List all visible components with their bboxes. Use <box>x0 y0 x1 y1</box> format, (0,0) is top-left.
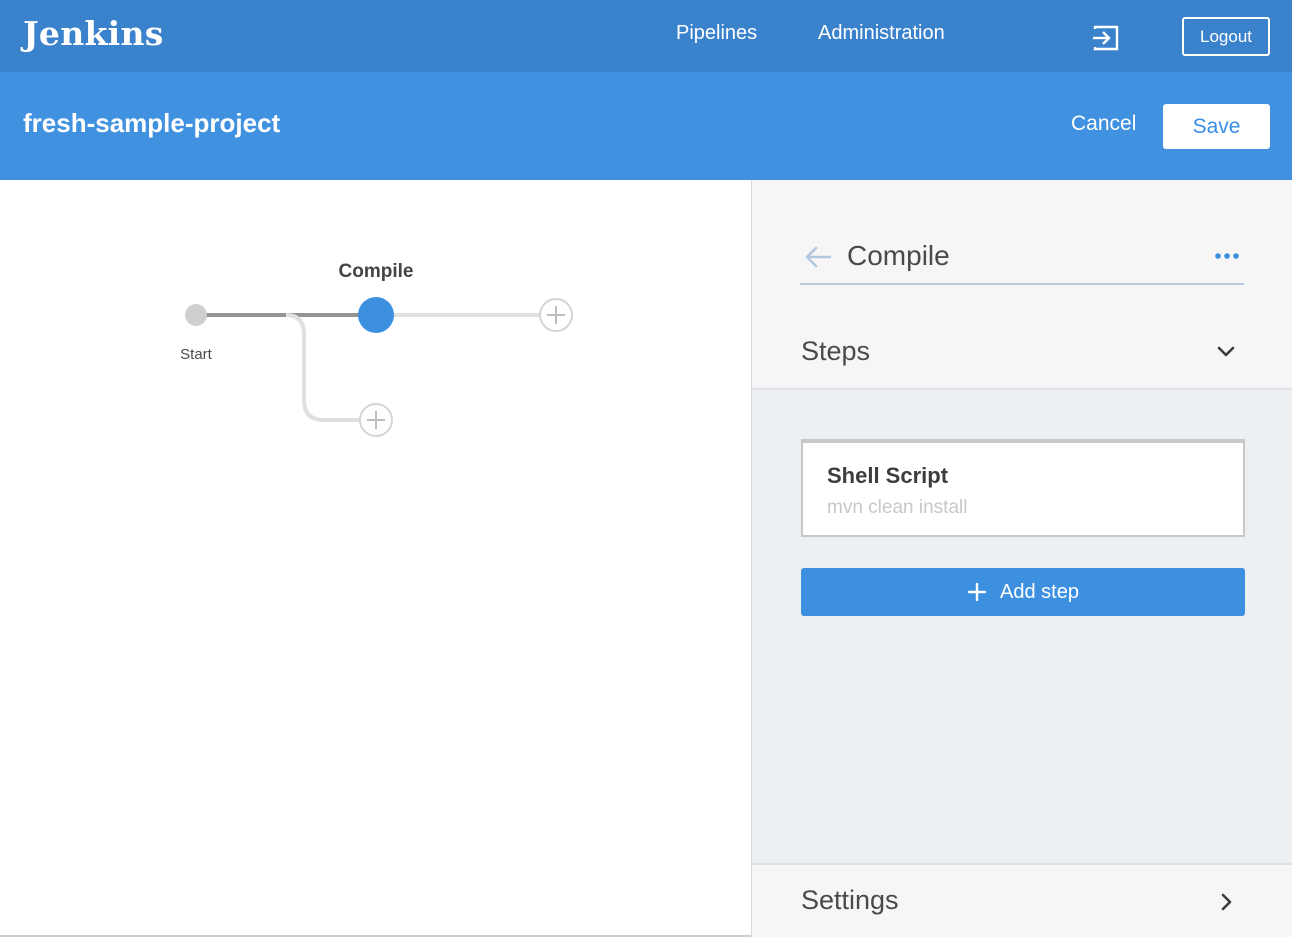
jenkins-logo[interactable]: Jenkins <box>23 14 164 53</box>
add-step-label: Add step <box>1000 580 1079 603</box>
connector-branch <box>285 313 376 422</box>
settings-section-toggle[interactable]: Settings <box>752 863 1292 937</box>
save-button[interactable]: Save <box>1163 104 1270 149</box>
project-title: fresh-sample-project <box>23 108 281 138</box>
start-node <box>185 304 207 326</box>
steps-heading: Steps <box>801 336 871 366</box>
settings-heading: Settings <box>801 885 899 915</box>
chevron-down-icon <box>1217 346 1235 357</box>
start-label: Start <box>180 346 213 363</box>
nav-pipelines-link[interactable]: Pipelines <box>676 22 757 45</box>
pipeline-graph: Compile Start <box>180 261 573 437</box>
pipeline-canvas: Compile Start <box>0 180 752 937</box>
back-arrow-icon[interactable] <box>802 244 834 270</box>
panel-header: Compile <box>800 234 1244 285</box>
logout-button[interactable]: Logout <box>1182 17 1270 56</box>
step-name: Shell Script <box>827 463 949 488</box>
plus-icon <box>967 582 987 602</box>
chevron-right-icon <box>1221 893 1232 911</box>
stage-label[interactable]: Compile <box>339 261 414 282</box>
add-parallel-stage-icon[interactable] <box>359 403 393 437</box>
stage-detail-panel: Compile Steps Shell Script mvn clean ins… <box>751 180 1292 937</box>
steps-section-toggle[interactable]: Steps <box>752 313 1292 390</box>
editor-header: fresh-sample-project Cancel Save <box>0 72 1292 180</box>
step-card[interactable]: Shell Script mvn clean install <box>801 439 1245 537</box>
stage-name-field[interactable]: Compile <box>847 240 950 272</box>
nav-administration-link[interactable]: Administration <box>818 22 945 45</box>
cancel-button[interactable]: Cancel <box>1071 112 1136 136</box>
exit-icon[interactable] <box>1091 23 1121 53</box>
top-nav-bar: Jenkins Pipelines Administration Logout <box>0 0 1292 72</box>
add-step-button[interactable]: Add step <box>801 568 1245 616</box>
step-command: mvn clean install <box>827 497 968 518</box>
add-stage-icon[interactable] <box>539 298 573 332</box>
compile-stage-node[interactable] <box>358 297 394 333</box>
more-options-icon[interactable] <box>1214 250 1240 262</box>
steps-list: Shell Script mvn clean install Add step <box>752 390 1292 863</box>
